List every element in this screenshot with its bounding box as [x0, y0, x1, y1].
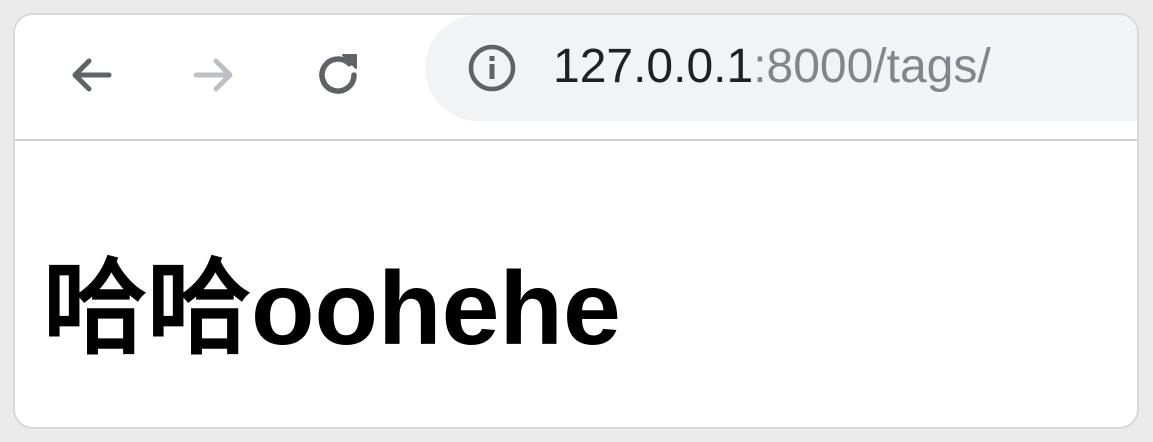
reload-button[interactable]: [308, 45, 368, 105]
page-content: 哈哈oohehe: [15, 141, 1137, 427]
arrow-left-icon: [72, 58, 112, 92]
address-bar[interactable]: 127.0.0.1:8000/tags/: [425, 15, 1137, 121]
reload-icon: [319, 54, 357, 94]
browser-window: 127.0.0.1:8000/tags/ 哈哈oohehe: [13, 13, 1139, 429]
back-button[interactable]: [61, 45, 121, 105]
page-heading: 哈哈oohehe: [43, 251, 621, 367]
info-icon[interactable]: [465, 41, 519, 95]
url-text[interactable]: 127.0.0.1:8000/tags/: [553, 35, 991, 99]
url-host: 127.0.0.1: [553, 40, 754, 93]
forward-button[interactable]: [184, 45, 244, 105]
browser-toolbar: 127.0.0.1:8000/tags/: [15, 15, 1137, 141]
arrow-right-icon: [193, 58, 233, 92]
url-path: :8000/tags/: [753, 40, 991, 93]
